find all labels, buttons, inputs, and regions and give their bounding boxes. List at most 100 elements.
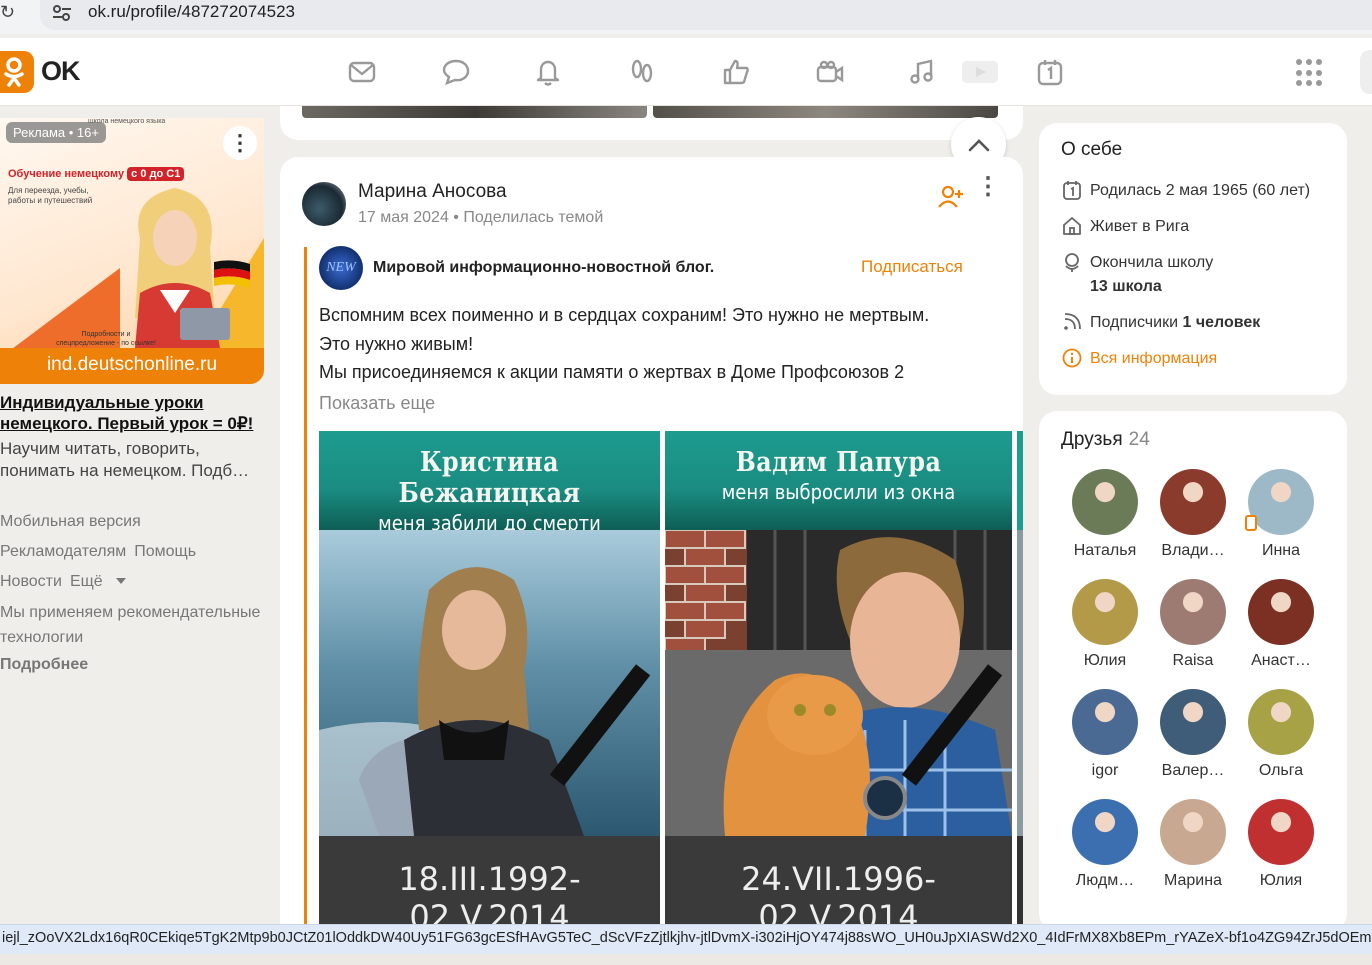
- music-icon[interactable]: [906, 56, 938, 88]
- author-avatar[interactable]: [302, 182, 346, 226]
- friend-name[interactable]: Raisa: [1153, 652, 1233, 670]
- friend-name[interactable]: Влади…: [1153, 542, 1233, 560]
- photo-caption: меня выбросили из окна: [721, 480, 956, 504]
- friend-avatar[interactable]: [1072, 579, 1138, 645]
- reload-icon[interactable]: ↻: [0, 2, 15, 23]
- globe-icon: [1065, 253, 1079, 272]
- logo-text[interactable]: OK: [41, 56, 80, 87]
- recommendation-tech-text: Мы применяем рекомендательные технологии: [0, 604, 261, 646]
- ad-subtext: Для переезда, учебы, работы и путешестви…: [8, 186, 93, 205]
- friend-name[interactable]: Инна: [1241, 542, 1321, 560]
- friend-name[interactable]: Валер…: [1153, 762, 1233, 780]
- friend-name[interactable]: Ольга: [1241, 762, 1321, 780]
- friend-avatar[interactable]: [1160, 799, 1226, 865]
- bottom-strip: [0, 954, 1372, 965]
- subscribe-button[interactable]: Подписаться: [861, 257, 963, 277]
- ad-description[interactable]: Научим читать, говорить, понимать на нем…: [0, 438, 264, 482]
- memorial-photo-image: [665, 530, 1012, 836]
- friend-avatar[interactable]: [1160, 469, 1226, 535]
- video-icon[interactable]: [962, 56, 998, 88]
- friend-name[interactable]: Наталья: [1065, 542, 1145, 560]
- video-chat-icon[interactable]: [814, 56, 846, 88]
- post-photo[interactable]: Вадим Папура меня выбросили из окна 24.V…: [665, 431, 1012, 965]
- friend-avatar[interactable]: [1248, 469, 1314, 535]
- school-link[interactable]: 13 школа: [1090, 278, 1162, 295]
- ad-domain[interactable]: ind.deutschonline.ru: [0, 348, 264, 384]
- ad-label: Реклама • 16+: [6, 122, 106, 143]
- advertisers-link[interactable]: Рекламодателям: [0, 543, 126, 560]
- news-link[interactable]: Новости: [0, 573, 62, 590]
- friend-avatar[interactable]: [1072, 469, 1138, 535]
- friend-item[interactable]: Raisa: [1153, 579, 1233, 670]
- post-photo-edge[interactable]: [1017, 431, 1023, 965]
- friend-item[interactable]: Анаст…: [1241, 579, 1321, 670]
- ad-title-link[interactable]: Индивидуальные уроки немецкого. Первый у…: [0, 392, 264, 434]
- friend-avatar[interactable]: [1248, 799, 1314, 865]
- show-more-link[interactable]: Показать еще: [319, 393, 435, 414]
- friend-item[interactable]: Юлия: [1065, 579, 1145, 670]
- photo-header: Вадим Папура меня выбросили из окна: [665, 431, 1012, 530]
- mobile-version-link[interactable]: Мобильная версия: [0, 513, 141, 530]
- post-meta: 17 мая 2024 • Поделилась темой: [358, 209, 604, 226]
- birthday-row: Родилась 2 мая 1965 (60 лет): [1061, 179, 1310, 203]
- post-date[interactable]: 17 мая 2024: [358, 209, 449, 226]
- details-link[interactable]: Подробнее: [0, 650, 270, 680]
- friend-item[interactable]: Марина: [1153, 799, 1233, 890]
- ok-logo-icon[interactable]: [0, 51, 34, 93]
- friend-avatar[interactable]: [1072, 799, 1138, 865]
- friends-card: Друзья 24 Наталья Влади… Инна Юлия Raisa Анаст…: [1039, 411, 1347, 931]
- url-field[interactable]: ok.ru/profile/487272074523: [40, 0, 1372, 30]
- friend-item[interactable]: igor: [1065, 689, 1145, 780]
- mobile-status-icon: [1245, 515, 1257, 531]
- post-author-name[interactable]: Марина Аносова: [358, 181, 507, 203]
- more-options-icon[interactable]: ⋮: [223, 126, 257, 160]
- ad-note: Подробности и спецпредложение - по ссылк…: [56, 331, 156, 348]
- friend-item[interactable]: Валер…: [1153, 689, 1233, 780]
- ad-banner[interactable]: школа немецкого языка Реклама • 16+ ⋮ Об…: [0, 118, 264, 384]
- more-link[interactable]: Ещё: [70, 573, 127, 590]
- discussions-icon[interactable]: [440, 56, 472, 88]
- post-more-icon[interactable]: ⋮: [976, 175, 1000, 212]
- photo-person-name: Вадим Папура: [735, 447, 942, 478]
- blog-name[interactable]: Мировой информационно-новостной блог.: [373, 259, 714, 277]
- friend-avatar[interactable]: [1072, 689, 1138, 755]
- friend-name[interactable]: Людм…: [1065, 872, 1145, 890]
- friend-avatar[interactable]: [1248, 579, 1314, 645]
- previous-post-image[interactable]: [653, 106, 998, 118]
- calendar-icon[interactable]: [1034, 56, 1066, 88]
- notifications-icon[interactable]: [532, 56, 564, 88]
- friend-name[interactable]: Юлия: [1241, 872, 1321, 890]
- friend-name[interactable]: Марина: [1153, 872, 1233, 890]
- marks-icon[interactable]: [720, 56, 752, 88]
- subscribers-row[interactable]: Подписчики 1 человек: [1061, 311, 1260, 335]
- friend-item[interactable]: Юлия: [1241, 799, 1321, 890]
- mail-icon[interactable]: [346, 56, 378, 88]
- guests-icon[interactable]: [626, 56, 658, 88]
- friend-avatar[interactable]: [1160, 579, 1226, 645]
- friend-name[interactable]: Анаст…: [1241, 652, 1321, 670]
- friend-item[interactable]: Инна: [1241, 469, 1321, 560]
- friend-name[interactable]: Юлия: [1065, 652, 1145, 670]
- friend-avatar[interactable]: [1248, 689, 1314, 755]
- apps-grid-icon[interactable]: [1296, 59, 1324, 87]
- friend-item[interactable]: Людм…: [1065, 799, 1145, 890]
- photo-header: Кристина Бежаницкая меня забили до смерт…: [319, 431, 660, 535]
- footer-links: Мобильная версия Рекламодателям Помощь Но…: [0, 507, 270, 680]
- photo-person-name: Кристина Бежаницкая: [398, 447, 581, 509]
- friend-item[interactable]: Влади…: [1153, 469, 1233, 560]
- add-friend-icon[interactable]: [938, 184, 964, 210]
- post-card: Марина Аносова 17 мая 2024 • Поделилась …: [280, 157, 1023, 965]
- site-info-icon[interactable]: [52, 4, 72, 22]
- friend-item[interactable]: Ольга: [1241, 689, 1321, 780]
- friend-item[interactable]: Наталья: [1065, 469, 1145, 560]
- all-info-link[interactable]: Вся информация: [1061, 347, 1217, 371]
- friend-name[interactable]: igor: [1065, 762, 1145, 780]
- post-photo[interactable]: Кристина Бежаницкая меня забили до смерт…: [319, 431, 660, 965]
- previous-post-image[interactable]: [302, 106, 647, 118]
- user-menu-avatar[interactable]: [1360, 50, 1372, 94]
- friend-avatar[interactable]: [1160, 689, 1226, 755]
- url-text: ok.ru/profile/487272074523: [88, 2, 295, 21]
- help-link[interactable]: Помощь: [134, 543, 196, 560]
- friends-title[interactable]: Друзья 24: [1061, 429, 1150, 451]
- blog-avatar[interactable]: NEW: [319, 246, 363, 290]
